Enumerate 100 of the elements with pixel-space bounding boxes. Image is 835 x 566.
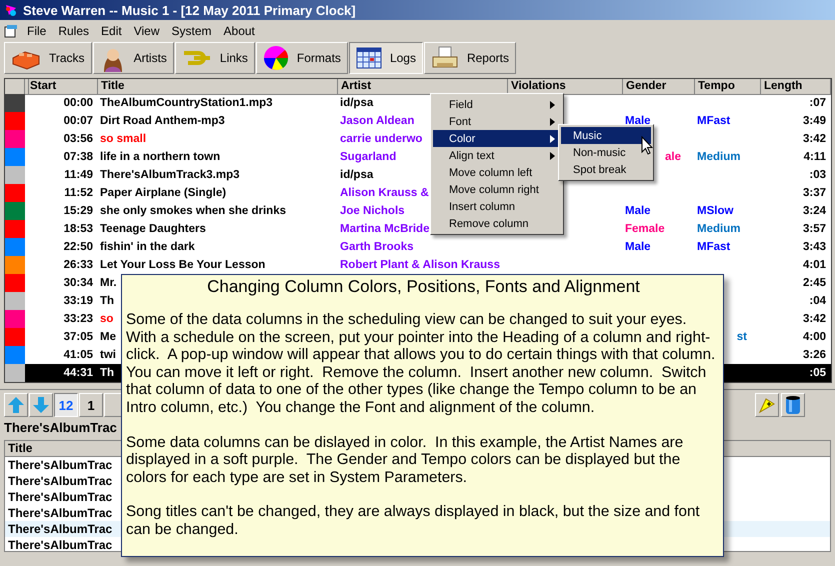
toolbar-tab[interactable]: Logs bbox=[348, 42, 423, 74]
add-pencil-button[interactable] bbox=[755, 393, 779, 417]
artist-cell: id/psa bbox=[340, 97, 374, 109]
toolbar-tab[interactable]: Links bbox=[174, 42, 255, 74]
menu-item[interactable]: Field bbox=[433, 96, 561, 113]
app-icon bbox=[4, 3, 18, 17]
title-cell: Mr. bbox=[100, 277, 117, 289]
artist-cell: Alison Krauss & bbox=[340, 187, 429, 199]
page-button[interactable]: 12 bbox=[54, 393, 78, 417]
tempo-cell: MSlow bbox=[697, 205, 734, 217]
column-header[interactable]: Start bbox=[27, 79, 98, 95]
title-cell: so bbox=[100, 313, 114, 325]
menu-item[interactable]: Spot break bbox=[561, 161, 651, 178]
title-cell: Let Your Loss Be Your Lesson bbox=[100, 259, 266, 271]
title-cell: Paper Airplane (Single) bbox=[100, 187, 226, 199]
bin-button[interactable] bbox=[781, 393, 805, 417]
column-header[interactable]: Length bbox=[761, 79, 831, 95]
start-time: 15:29 bbox=[64, 205, 93, 217]
menu-item[interactable]: Move column right bbox=[433, 181, 561, 198]
title-cell: fishin' in the dark bbox=[100, 241, 195, 253]
calendar-icon bbox=[356, 47, 382, 69]
menu-item[interactable]: View bbox=[128, 22, 165, 40]
artist-cell: Garth Brooks bbox=[340, 241, 414, 253]
menu-item[interactable]: Font bbox=[433, 113, 561, 130]
menu-item[interactable]: Align text bbox=[433, 147, 561, 164]
start-time: 00:00 bbox=[64, 97, 93, 109]
title-cell: so small bbox=[100, 133, 146, 145]
menu-item[interactable]: System bbox=[166, 22, 217, 40]
title-cell: Teenage Daughters bbox=[100, 223, 206, 235]
gender-cell: Male bbox=[625, 241, 651, 253]
length-cell: 3:37 bbox=[802, 187, 826, 199]
title-cell: TheAlbumCountryStation1.mp3 bbox=[100, 97, 273, 109]
menu-item[interactable]: File bbox=[22, 22, 52, 40]
start-time: 11:52 bbox=[64, 187, 93, 199]
track-title: There'sAlbumTrac bbox=[4, 420, 118, 437]
down-arrow-button[interactable] bbox=[29, 393, 53, 417]
menu-item[interactable]: Music bbox=[561, 127, 651, 144]
window-menu-icon[interactable] bbox=[4, 24, 20, 38]
toolbar-tab[interactable]: Tracks bbox=[4, 42, 92, 74]
title-cell: Dirt Road Anthem-mp3 bbox=[100, 115, 225, 127]
gender-cell: Male bbox=[625, 205, 651, 217]
start-time: 33:19 bbox=[64, 295, 93, 307]
menu-item[interactable]: Move column left bbox=[433, 164, 561, 181]
toolbar-tab[interactable]: Reports bbox=[424, 42, 516, 74]
artist-cell: Robert Plant & Alison Krauss bbox=[340, 259, 500, 271]
title-cell: Th bbox=[100, 367, 114, 379]
menu-item[interactable]: About bbox=[218, 22, 260, 40]
length-cell: 3:49 bbox=[802, 115, 826, 127]
artist-cell: Martina McBride bbox=[340, 223, 430, 235]
link-icon bbox=[182, 48, 212, 68]
length-cell: 4:01 bbox=[802, 259, 826, 271]
pie-icon bbox=[262, 45, 289, 71]
column-header[interactable]: Gender bbox=[623, 79, 695, 95]
start-time: 41:05 bbox=[64, 349, 93, 361]
help-paragraph: Song titles can't be changed, they are always displayed in black, but the size and font can be changed. bbox=[126, 503, 701, 539]
title-cell: There'sAlbumTrack3.mp3 bbox=[100, 169, 240, 181]
length-cell: 3:43 bbox=[802, 241, 826, 253]
start-time: 26:33 bbox=[64, 259, 93, 271]
up-arrow-button[interactable] bbox=[4, 393, 28, 417]
help-title: Changing Column Colors, Positions, Fonts and Alignment bbox=[206, 277, 641, 297]
artist-cell: Joe Nichols bbox=[340, 205, 405, 217]
artist-cell: Sugarland bbox=[340, 151, 396, 163]
column-header[interactable]: Tempo bbox=[695, 79, 761, 95]
title-cell: Th bbox=[100, 295, 114, 307]
start-time: 22:50 bbox=[64, 241, 93, 253]
menu-item[interactable]: Insert column bbox=[433, 198, 561, 215]
start-time: 37:05 bbox=[64, 331, 93, 343]
page-button[interactable]: 1 bbox=[79, 393, 103, 417]
length-cell: 4:00 bbox=[802, 331, 826, 343]
artist-cell: Jason Aldean bbox=[340, 115, 414, 127]
start-time: 11:49 bbox=[64, 169, 93, 181]
menu-item[interactable]: Color bbox=[433, 130, 561, 147]
length-cell: :07 bbox=[809, 97, 826, 109]
start-time: 44:31 bbox=[64, 367, 93, 379]
start-time: 33:23 bbox=[64, 313, 93, 325]
gender-cell: Male bbox=[625, 115, 651, 127]
title-cell: life in a northern town bbox=[100, 151, 220, 163]
title-cell: she only smokes when she drinks bbox=[100, 205, 286, 217]
tempo-cell: st bbox=[736, 331, 747, 343]
column-header[interactable]: Title bbox=[98, 79, 338, 95]
length-cell: 3:42 bbox=[802, 133, 826, 145]
length-cell: 3:24 bbox=[802, 205, 826, 217]
start-time: 30:34 bbox=[64, 277, 93, 289]
length-cell: :05 bbox=[809, 367, 826, 379]
tempo-cell: MFast bbox=[697, 115, 730, 127]
start-time: 18:53 bbox=[64, 223, 93, 235]
menu-item[interactable]: Rules bbox=[53, 22, 94, 40]
menu-item[interactable]: Edit bbox=[96, 22, 127, 40]
toolbar-tab[interactable]: Formats bbox=[256, 42, 348, 74]
length-cell: :03 bbox=[809, 169, 826, 181]
length-cell: 2:45 bbox=[802, 277, 826, 289]
menu-item[interactable]: Remove column bbox=[433, 215, 561, 232]
tempo-cell: MFast bbox=[697, 241, 730, 253]
artist-cell: carrie underwo bbox=[340, 133, 422, 145]
title-cell: twi bbox=[100, 349, 116, 361]
length-cell: 3:26 bbox=[802, 349, 826, 361]
length-cell: :04 bbox=[809, 295, 826, 307]
toolbar-tab[interactable]: Artists bbox=[92, 42, 174, 74]
artist-cell: id/psa bbox=[340, 169, 374, 181]
title-cell: Me bbox=[100, 331, 116, 343]
